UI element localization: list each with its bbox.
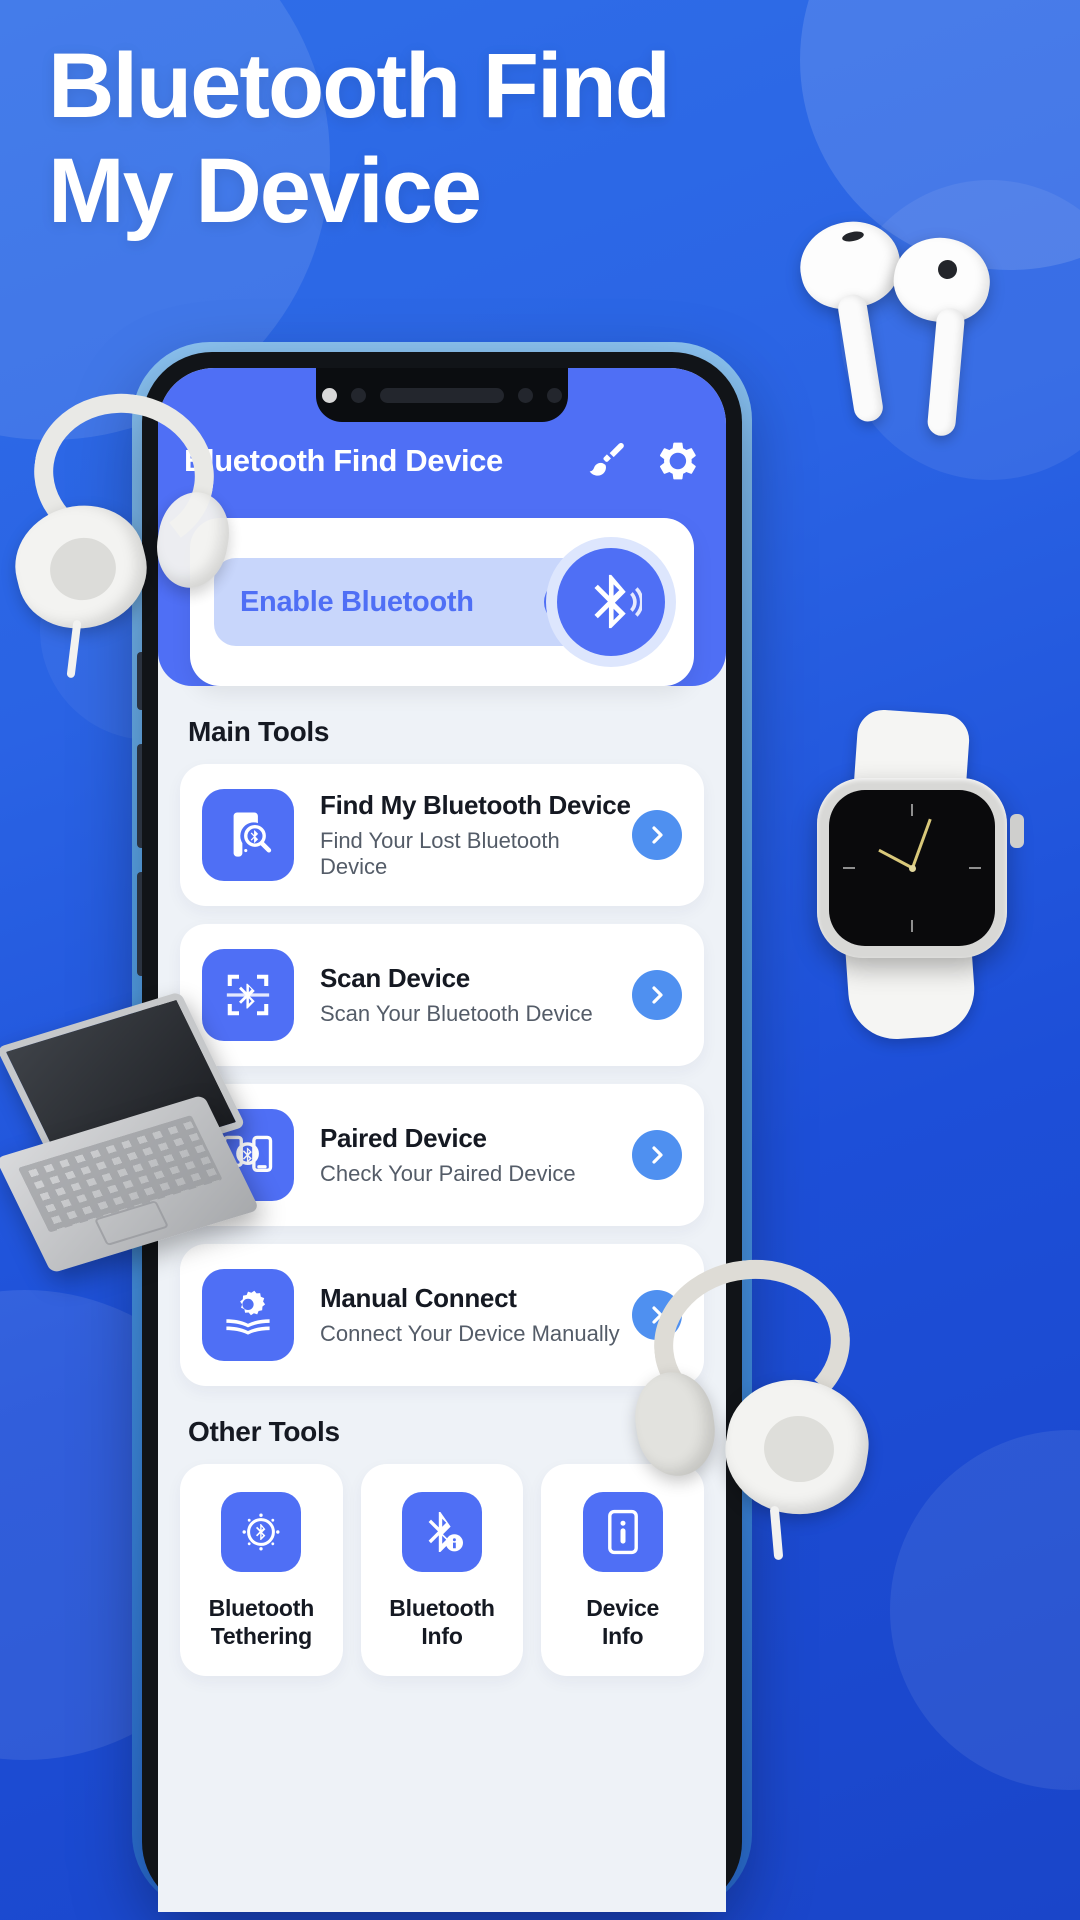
app-header-actions <box>586 439 700 483</box>
chevron-right-icon[interactable] <box>632 810 682 860</box>
headline-line-2: My Device <box>48 139 482 242</box>
gear-icon[interactable] <box>656 439 700 483</box>
tile-label-line-1: Bluetooth <box>389 1595 495 1621</box>
laptop-image <box>0 991 260 1274</box>
tool-title: Scan Device <box>320 963 470 993</box>
tool-title: Manual Connect <box>320 1283 517 1313</box>
tool-text: Paired Device Check Your Paired Device <box>294 1123 632 1187</box>
notch-camera <box>547 387 562 403</box>
tile-label-line-1: Bluetooth <box>208 1595 315 1621</box>
phone-search-bluetooth-icon <box>202 789 294 881</box>
main-tools-heading: Main Tools <box>188 716 330 747</box>
tool-title: Paired Device <box>320 1123 487 1153</box>
tile-label-line-2: Info <box>601 1623 644 1650</box>
tile-label: Device Info <box>586 1594 659 1650</box>
watch-face <box>829 790 995 946</box>
headline-line-1: Bluetooth Find <box>48 35 671 137</box>
tool-row-scan-device[interactable]: Scan Device Scan Your Bluetooth Device <box>180 924 704 1066</box>
tile-bluetooth-info[interactable]: Bluetooth Info <box>360 1464 524 1677</box>
chevron-right-icon[interactable] <box>632 1130 682 1180</box>
tool-text: Manual Connect Connect Your Device Manua… <box>294 1283 632 1347</box>
airpods-image <box>790 210 1020 460</box>
tile-label-line-2: Tethering <box>210 1623 312 1650</box>
other-tools-heading: Other Tools <box>188 1416 340 1447</box>
bluetooth-status-ring <box>546 537 676 667</box>
tool-title: Find My Bluetooth Device <box>320 790 631 820</box>
phone-volume-down <box>137 872 142 976</box>
notch-sensor <box>322 387 337 403</box>
notch-sensor <box>518 387 533 403</box>
phone-notch <box>316 368 568 422</box>
enable-bluetooth-card: Enable Bluetooth <box>190 518 694 686</box>
tile-bluetooth-tethering[interactable]: Bluetooth Tethering <box>180 1464 343 1677</box>
brush-icon[interactable] <box>586 439 630 483</box>
bg-blob <box>890 1430 1080 1790</box>
tool-text: Scan Device Scan Your Bluetooth Device <box>294 963 632 1027</box>
tile-label: Bluetooth Info <box>389 1594 495 1650</box>
headphones-image-left <box>3 382 240 688</box>
tool-row-find-my-bluetooth-device[interactable]: Find My Bluetooth Device Find Your Lost … <box>180 764 704 906</box>
tool-text: Find My Bluetooth Device Find Your Lost … <box>294 790 632 880</box>
tile-label-line-2: Info <box>421 1623 463 1650</box>
app-header-row: Bluetooth Find Device <box>184 430 700 492</box>
tool-row-manual-connect[interactable]: Manual Connect Connect Your Device Manua… <box>180 1244 704 1386</box>
bluetooth-tethering-icon <box>221 1492 302 1572</box>
notch-speaker <box>380 387 504 403</box>
watch-case <box>817 778 1007 958</box>
other-tools-grid: Bluetooth Tethering Bluetooth Info Devic… <box>180 1464 705 1677</box>
smartwatch-image <box>792 708 1042 1043</box>
headphones-image-right <box>629 1250 890 1561</box>
tool-subtitle: Find Your Lost Bluetooth Device <box>320 828 560 879</box>
gear-book-icon <box>202 1269 294 1361</box>
tile-label-line-1: Device <box>586 1595 660 1621</box>
tile-label: Bluetooth Tethering <box>209 1594 315 1650</box>
enable-bluetooth-label: Enable Bluetooth <box>240 585 474 618</box>
tool-row-paired-device[interactable]: Paired Device Check Your Paired Device <box>180 1084 704 1226</box>
chevron-right-icon[interactable] <box>632 970 682 1020</box>
bluetooth-info-icon <box>402 1492 482 1572</box>
tool-subtitle: Connect Your Device Manually <box>320 1321 620 1346</box>
tool-subtitle: Scan Your Bluetooth Device <box>320 1001 593 1026</box>
phone-volume-up <box>137 744 142 848</box>
promo-headline: Bluetooth Find My Device <box>48 34 868 244</box>
bluetooth-signal-icon[interactable] <box>557 548 665 656</box>
tool-subtitle: Check Your Paired Device <box>320 1161 576 1186</box>
notch-sensor <box>351 387 366 403</box>
